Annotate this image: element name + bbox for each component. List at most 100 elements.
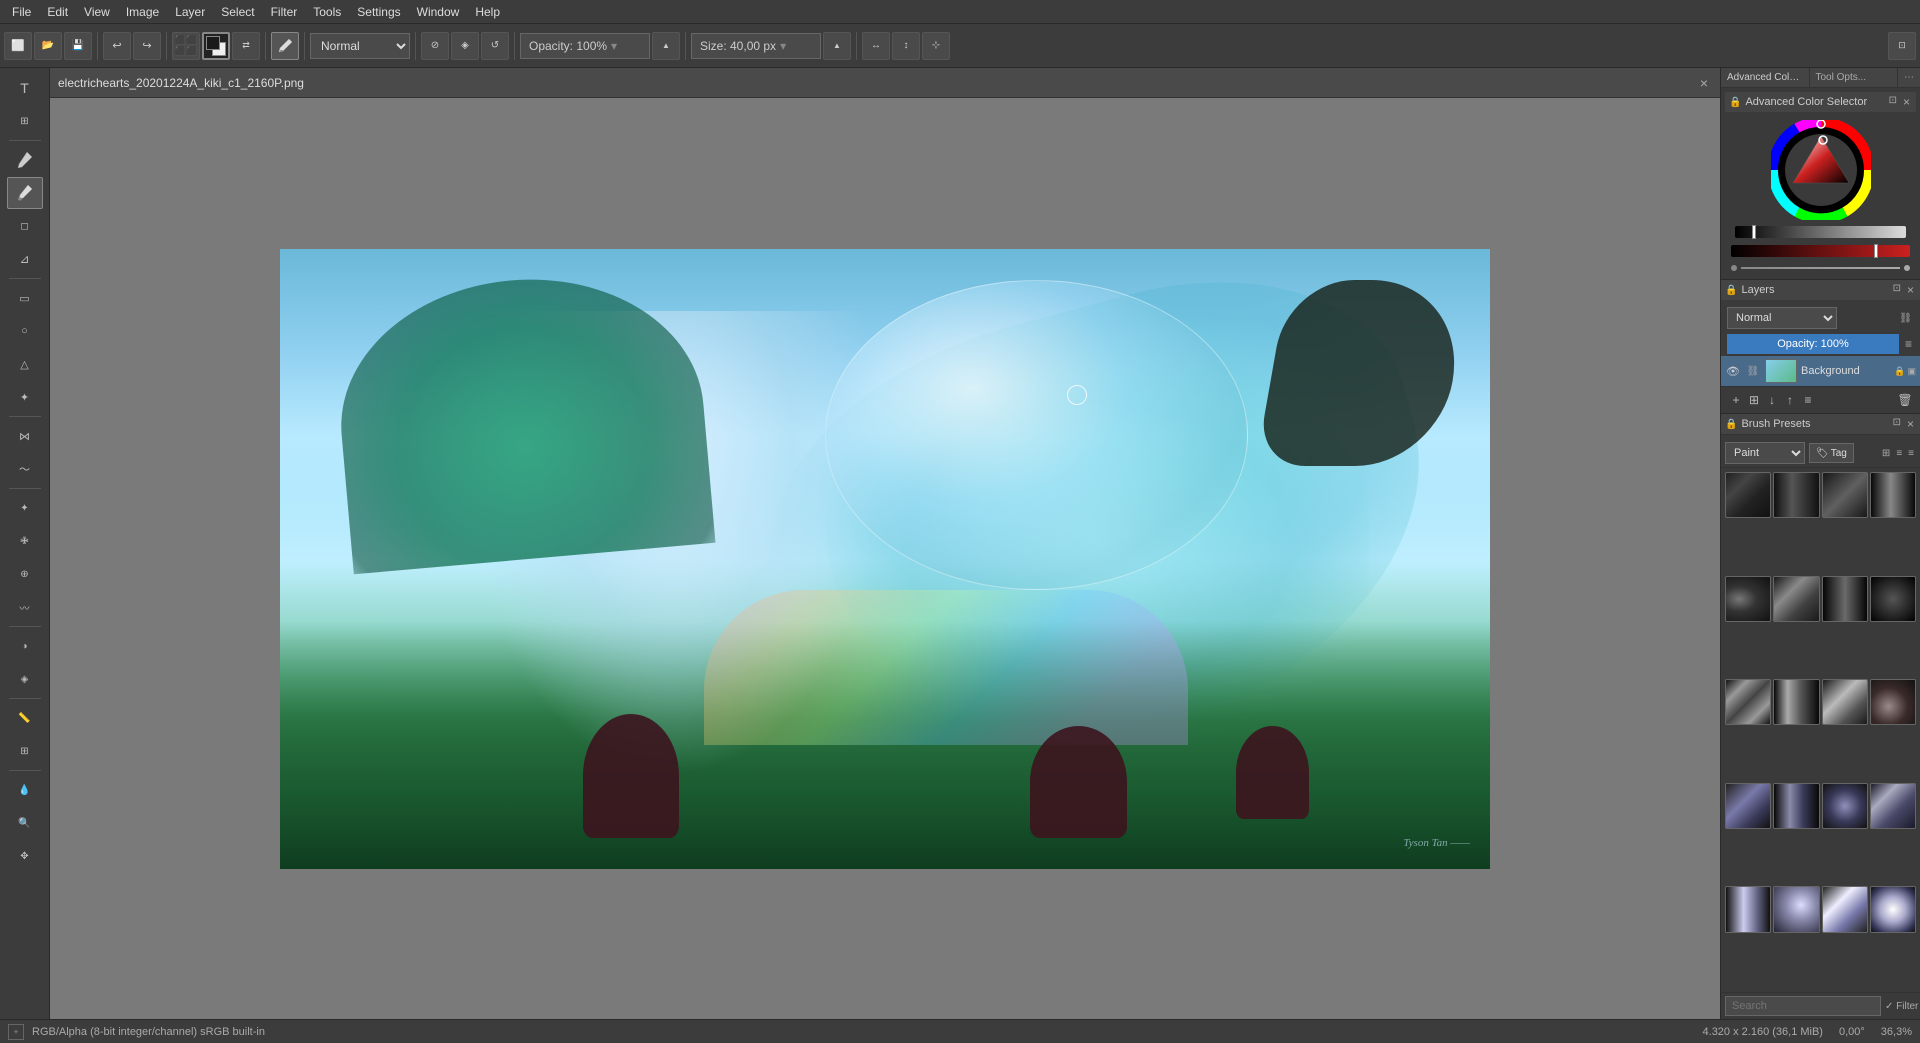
save-button[interactable]: 💾 (64, 32, 92, 60)
layer-menu[interactable]: ≡ (1799, 391, 1817, 409)
brush-item[interactable] (1822, 783, 1868, 829)
brush-item[interactable] (1725, 886, 1771, 932)
tool-freehand[interactable]: 〜 (7, 453, 43, 485)
brush-item[interactable] (1773, 576, 1819, 622)
opacity-value-button[interactable]: Opacity: 100% (1727, 334, 1899, 354)
color-wheel[interactable] (1771, 120, 1871, 220)
layers-blend-mode[interactable]: Normal (1727, 307, 1837, 329)
tool-text[interactable]: T (7, 72, 43, 104)
tool-dodge-burn[interactable]: ◑ (7, 630, 43, 662)
brush-item[interactable] (1725, 576, 1771, 622)
menu-window[interactable]: Window (409, 3, 468, 21)
tool-fill[interactable]: ⊿ (7, 243, 43, 275)
paint-mode-select[interactable]: Paint (1725, 442, 1805, 464)
open-button[interactable]: 📂 (34, 32, 62, 60)
brush-item[interactable] (1773, 472, 1819, 518)
add-layer-button[interactable]: + (1727, 391, 1745, 409)
opacity-box[interactable]: Opacity: 100% ▾ (520, 33, 650, 59)
brushes-grid-view[interactable]: ⊞ (1880, 448, 1892, 459)
menu-settings[interactable]: Settings (349, 3, 408, 21)
blend-mode-select[interactable]: Normal (310, 33, 410, 59)
menu-view[interactable]: View (76, 3, 118, 21)
brushes-panel-close[interactable]: × (1905, 417, 1916, 431)
paintbrush-tool-btn[interactable] (271, 32, 299, 60)
tool-path[interactable]: ⋈ (7, 420, 43, 452)
undo-button[interactable]: ↩ (103, 32, 131, 60)
canvas-close-button[interactable]: × (1696, 75, 1712, 91)
tag-button[interactable]: 🏷 Tag (1809, 443, 1854, 463)
brush-item[interactable] (1773, 679, 1819, 725)
size-step-up[interactable]: ▲ (823, 32, 851, 60)
tool-smudge[interactable]: 〰 (7, 591, 43, 623)
brush-item[interactable] (1773, 886, 1819, 932)
tool-rect-select[interactable]: ▭ (7, 282, 43, 314)
brushes-settings[interactable]: ≡ (1906, 448, 1916, 459)
menu-tools[interactable]: Tools (305, 3, 349, 21)
brush-item[interactable] (1822, 576, 1868, 622)
tool-sharpen[interactable]: ◈ (7, 663, 43, 695)
black-slider[interactable] (1735, 226, 1906, 238)
fg-color-btn[interactable] (202, 32, 230, 60)
tool-measure[interactable]: 📏 (7, 702, 43, 734)
brush-search-input[interactable] (1725, 996, 1881, 1016)
refresh-button[interactable]: ↺ (481, 32, 509, 60)
brush-item[interactable] (1870, 783, 1916, 829)
tab-tool-options[interactable]: Tool Opts... (1810, 68, 1899, 87)
move-layer-up[interactable]: ↑ (1781, 391, 1799, 409)
menu-image[interactable]: Image (118, 3, 167, 21)
brush-item[interactable] (1870, 886, 1916, 932)
brush-item[interactable] (1773, 783, 1819, 829)
tool-heal[interactable]: ✙ (7, 525, 43, 557)
tool-transform[interactable]: ⊞ (7, 735, 43, 767)
transform-button[interactable]: ⊹ (922, 32, 950, 60)
swap-colors-button[interactable]: ⇄ (232, 32, 260, 60)
statusbar-expand-button[interactable]: + (8, 1024, 24, 1040)
layer-visibility-toggle[interactable]: 👁 (1725, 363, 1741, 379)
tool-color-picker[interactable]: 💧 (7, 774, 43, 806)
brush-item[interactable] (1870, 679, 1916, 725)
brush-item[interactable] (1822, 679, 1868, 725)
tool-ellipse-select[interactable]: ○ (7, 315, 43, 347)
window-resize-button[interactable]: ⊡ (1888, 32, 1916, 60)
menu-file[interactable]: File (4, 3, 39, 21)
menu-filter[interactable]: Filter (263, 3, 306, 21)
brush-item[interactable] (1725, 472, 1771, 518)
red-slider[interactable] (1731, 245, 1910, 257)
layer-row-background[interactable]: 👁 ⛓ Background 🔒 ▣ (1721, 356, 1920, 386)
flip-h-button[interactable]: ↔ (862, 32, 890, 60)
brush-item[interactable] (1822, 886, 1868, 932)
tool-magnify[interactable]: 🔍 (7, 807, 43, 839)
layer-settings-icon[interactable]: ≡ (1903, 337, 1914, 351)
brush-item[interactable] (1822, 472, 1868, 518)
tool-align[interactable]: ⊞ (7, 105, 43, 137)
color-panel-float[interactable]: ⊡ (1887, 95, 1899, 109)
layers-panel-float[interactable]: ⊡ (1891, 283, 1903, 297)
tool-clone[interactable]: ✦ (7, 492, 43, 524)
brush-item[interactable] (1870, 472, 1916, 518)
panel-tab-menu[interactable]: ⋯ (1898, 68, 1920, 87)
redo-button[interactable]: ↪ (133, 32, 161, 60)
tool-perspective-clone[interactable]: ⊕ (7, 558, 43, 590)
menu-layer[interactable]: Layer (167, 3, 213, 21)
tool-move[interactable]: ✥ (7, 840, 43, 872)
erase-toggle[interactable]: ⊘ (421, 32, 449, 60)
size-box[interactable]: Size: 40,00 px ▾ (691, 33, 821, 59)
layer-chain-icon[interactable]: ⛓ (1897, 313, 1914, 324)
tool-fuzzy-select[interactable]: ✦ (7, 381, 43, 413)
color-wheel-container[interactable] (1725, 116, 1916, 224)
menu-select[interactable]: Select (213, 3, 262, 21)
tool-free-select[interactable]: △ (7, 348, 43, 380)
tool-paintbrush[interactable] (7, 177, 43, 209)
pattern-button[interactable]: ⬛⬛⬛⬛ (172, 32, 200, 60)
menu-help[interactable]: Help (467, 3, 508, 21)
tool-eraser[interactable]: ◻ (7, 210, 43, 242)
menu-edit[interactable]: Edit (39, 3, 76, 21)
new-button[interactable]: ⬜ (4, 32, 32, 60)
canvas-container[interactable]: Tyson Tan —— (50, 98, 1720, 1019)
brushes-list-view[interactable]: ≡ (1894, 448, 1904, 459)
brush-item[interactable] (1725, 783, 1771, 829)
brushes-panel-float[interactable]: ⊡ (1891, 417, 1903, 431)
group-layer-button[interactable]: ⊞ (1745, 391, 1763, 409)
paint-dynamics[interactable]: ◈ (451, 32, 479, 60)
brush-item[interactable] (1725, 679, 1771, 725)
